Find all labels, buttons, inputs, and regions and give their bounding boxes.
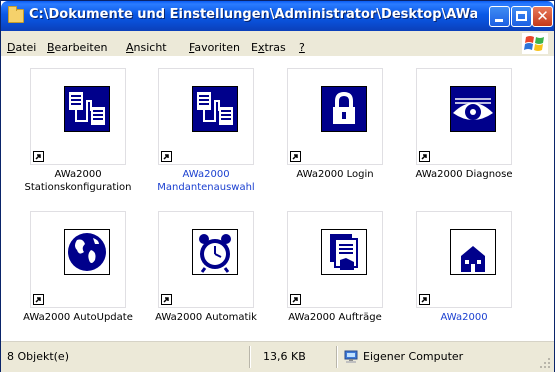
thumbnail	[287, 68, 383, 165]
alarm-clock-icon	[193, 230, 237, 274]
network-cable-icon	[65, 87, 109, 131]
menu-label-post: avoriten	[194, 41, 240, 54]
shortcut-arrow-icon	[161, 294, 172, 305]
file-list: AWa2000 Stationskonfiguration AWa2000 Ma…	[1, 56, 554, 341]
status-location: Eigener Computer	[363, 350, 464, 363]
shortcut-arrow-icon	[290, 151, 301, 162]
thumbnail	[287, 211, 383, 308]
icon-frame	[450, 229, 496, 275]
maximize-button[interactable]	[511, 6, 532, 27]
item-label-line1: AWa2000 Login	[296, 169, 374, 180]
item-label-line2: Mandantenauswahl	[157, 182, 255, 193]
icon-frame	[64, 229, 110, 275]
thumbnail	[416, 211, 512, 308]
item-label: AWa2000 Aufträge	[267, 311, 403, 324]
house-icon	[451, 230, 495, 274]
menu-label-pre: E	[251, 41, 258, 54]
menu-extras[interactable]: Extras	[251, 41, 286, 54]
close-button[interactable]: ✕	[532, 6, 553, 27]
icon-frame	[321, 229, 367, 275]
menu-datei[interactable]: Datei	[7, 41, 36, 54]
icon-frame	[321, 86, 367, 132]
menu-accelerator: B	[47, 41, 55, 54]
menu-accelerator: A	[126, 41, 134, 54]
item-label-line1: AWa2000 AutoUpdate	[23, 312, 133, 323]
documents-hand-icon	[322, 230, 366, 274]
globe-icon	[65, 230, 109, 274]
icon-frame	[64, 86, 110, 132]
status-divider	[336, 346, 338, 368]
thumbnail	[30, 211, 126, 308]
menu-label-post: nsicht	[133, 41, 167, 54]
folder-icon	[8, 6, 24, 23]
close-icon: ✕	[536, 7, 549, 25]
eye-icon	[451, 87, 495, 131]
item-label-line1: AWa2000	[54, 169, 102, 180]
shortcut-arrow-icon	[33, 294, 44, 305]
item-label-line1: AWa2000	[440, 312, 488, 323]
thumbnail	[416, 68, 512, 165]
window-title: C:\Dokumente und Einstellungen\Administr…	[29, 7, 477, 22]
status-divider	[249, 346, 251, 368]
thumbnail	[158, 211, 254, 308]
item-label: AWa2000 Stationskonfiguration	[10, 168, 146, 194]
item-label-line2: Stationskonfiguration	[24, 182, 132, 193]
item-label-line1: AWa2000 Diagnose	[415, 169, 513, 180]
title-bar[interactable]: C:\Dokumente und Einstellungen\Administr…	[1, 1, 554, 31]
computer-icon	[344, 350, 358, 363]
menu-help[interactable]: ?	[299, 41, 305, 54]
item-label-line1: AWa2000	[182, 169, 230, 180]
status-size: 13,6 KB	[263, 350, 306, 363]
status-object-count: 8 Objekt(e)	[7, 350, 69, 363]
menu-bar: Datei Bearbeiten Ansicht Favoriten Extra…	[1, 31, 554, 57]
item-label: AWa2000 Diagnose	[396, 168, 532, 181]
item-label: AWa2000 Mandantenauswahl	[138, 168, 274, 194]
shortcut-arrow-icon	[419, 151, 430, 162]
item-label: AWa2000 AutoUpdate	[10, 311, 146, 324]
menu-favoriten[interactable]: Favoriten	[189, 41, 240, 54]
shortcut-arrow-icon	[290, 294, 301, 305]
shortcut-arrow-icon	[419, 294, 430, 305]
menu-label-post: tras	[264, 41, 286, 54]
item-label-line1: AWa2000 Automatik	[155, 312, 257, 323]
minimize-icon	[495, 19, 503, 22]
item-label-line1: AWa2000 Aufträge	[288, 312, 382, 323]
thumbnail	[158, 68, 254, 165]
icon-frame	[192, 86, 238, 132]
menu-label-post: earbeiten	[54, 41, 108, 54]
shortcut-arrow-icon	[161, 151, 172, 162]
menu-accelerator: ?	[299, 41, 305, 54]
item-label: AWa2000 Automatik	[138, 311, 274, 324]
menu-ansicht[interactable]: Ansicht	[126, 41, 167, 54]
explorer-window: C:\Dokumente und Einstellungen\Administr…	[0, 0, 555, 372]
windows-flag-icon	[522, 33, 548, 54]
network-cable-icon	[193, 87, 237, 131]
padlock-icon	[322, 87, 366, 131]
resize-grip-icon[interactable]	[539, 357, 551, 369]
maximize-icon	[516, 11, 527, 21]
minimize-button[interactable]	[489, 6, 510, 27]
menu-bearbeiten[interactable]: Bearbeiten	[47, 41, 107, 54]
thumbnail	[30, 68, 126, 165]
shortcut-arrow-icon	[33, 151, 44, 162]
menu-label-post: atei	[15, 41, 37, 54]
item-label: AWa2000 Login	[267, 168, 403, 181]
item-label: AWa2000	[396, 311, 532, 324]
icon-frame	[450, 86, 496, 132]
icon-frame	[192, 229, 238, 275]
status-bar: 8 Objekt(e) 13,6 KB Eigener Computer	[1, 341, 554, 372]
